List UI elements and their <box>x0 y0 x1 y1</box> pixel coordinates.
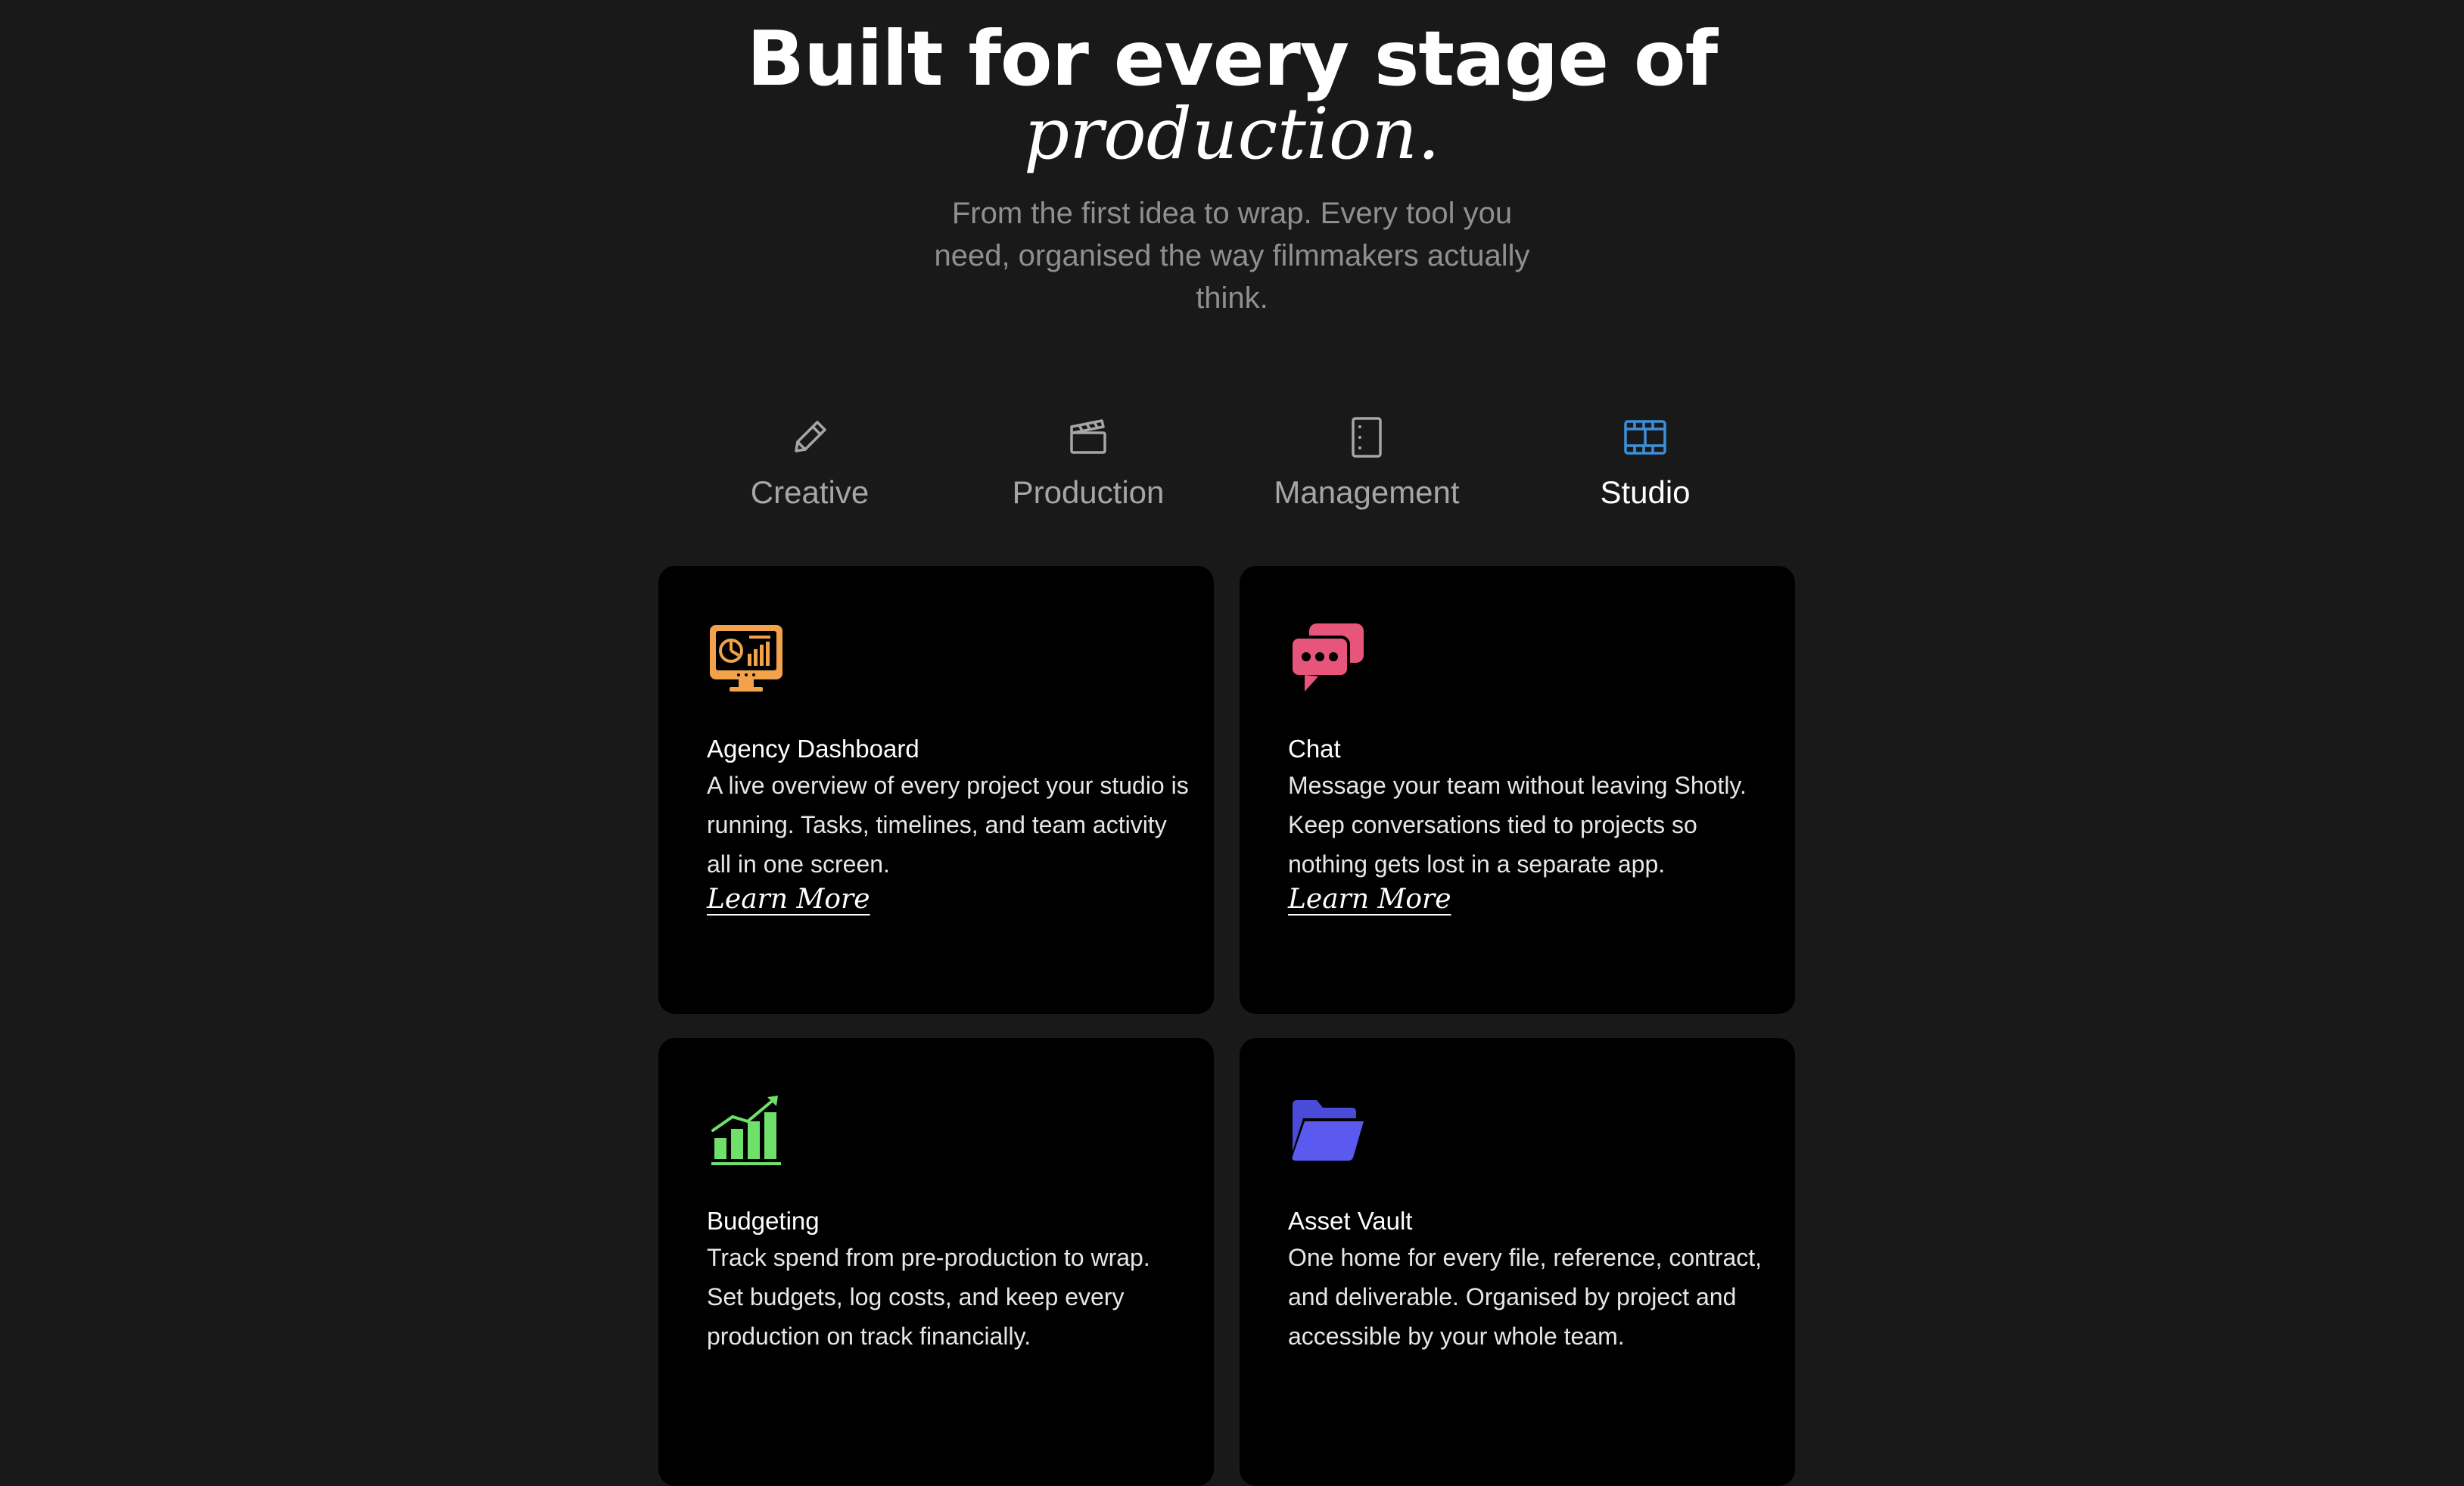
film-icon <box>1624 420 1666 455</box>
page-subtitle: From the first idea to wrap. Every tool … <box>934 197 1530 315</box>
card-description: Track spend from pre-production to wrap.… <box>707 1244 1150 1350</box>
tab-creative[interactable]: Creative <box>696 415 923 511</box>
pencil-icon <box>795 421 826 452</box>
tab-management[interactable]: Management <box>1253 415 1480 511</box>
card-description: A live overview of every project your st… <box>707 772 1189 878</box>
feature-card-chat: Chat Message your team without leaving S… <box>1240 566 1795 1014</box>
feature-card-agency-dashboard: Agency Dashboard A live overview of ever… <box>658 566 1214 1014</box>
folder-icon <box>1292 1100 1364 1161</box>
learn-more-link[interactable]: Learn More <box>1288 881 1451 919</box>
card-title: Asset Vault <box>1288 1207 1413 1235</box>
tab-studio[interactable]: Studio <box>1532 415 1759 511</box>
card-title: Chat <box>1288 735 1341 763</box>
card-description: Message your team without leaving Shotly… <box>1288 772 1747 878</box>
learn-more-link[interactable]: Learn More <box>707 881 870 919</box>
page-title-accent: production. <box>1024 93 1440 176</box>
tab-label: Management <box>1274 474 1460 510</box>
tab-label: Creative <box>750 474 870 510</box>
card-description: One home for every file, reference, cont… <box>1288 1244 1762 1350</box>
feature-card-budgeting: Budgeting Track spend from pre-productio… <box>658 1038 1214 1486</box>
feature-card-asset-vault: Asset Vault One home for every file, ref… <box>1240 1038 1795 1486</box>
card-title: Agency Dashboard <box>707 735 919 763</box>
dashboard-monitor-icon <box>710 625 782 692</box>
document-icon <box>1352 417 1382 458</box>
tab-label: Studio <box>1600 474 1691 510</box>
clapperboard-icon <box>1070 419 1106 454</box>
tab-label: Production <box>1012 474 1165 510</box>
card-title: Budgeting <box>707 1207 820 1235</box>
growth-chart-icon <box>711 1096 781 1165</box>
tab-production[interactable]: Production <box>975 415 1202 511</box>
chat-bubbles-icon <box>1290 623 1364 692</box>
